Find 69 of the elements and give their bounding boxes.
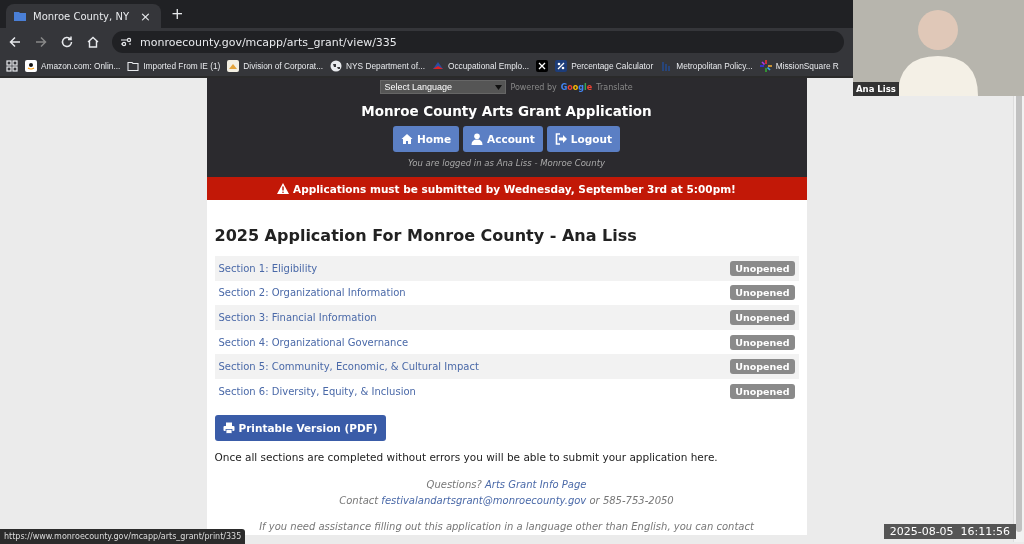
x-logo-icon [536,60,549,72]
nav-button[interactable]: Account [463,126,543,152]
email-link[interactable]: festivalandartsgrant@monroecounty.gov [381,494,587,506]
section-link[interactable]: Section 5: Community, Economic, & Cultural Impact [218,361,479,373]
participant-name-tag: Ana Liss [853,82,899,96]
translate-text: Translate [596,82,633,92]
logout-icon [554,133,567,145]
bookmark-label[interactable]: Amazon.com: Onlin... [41,61,121,71]
assistance-text: If you need assistance filling out this application in a language other than English, you can contact [258,519,755,534]
close-tab-button[interactable]: × [138,8,153,24]
back-icon[interactable] [8,35,22,49]
section-link[interactable]: Section 2: Organizational Information [218,287,406,299]
new-tab-button[interactable]: + [169,5,186,23]
application-heading: 2025 Application For Monroe County - Ana Liss [214,226,638,245]
status-badge: Unopened [730,334,795,350]
bookmark-label[interactable]: Imported From IE (1) [143,61,221,71]
bookmark-label[interactable]: Division of Corporat... [243,61,324,71]
info-page-link[interactable]: Arts Grant Info Page [485,478,587,490]
status-badge: Unopened [730,310,795,325]
printer-icon [222,421,235,434]
link-url-tooltip: https://www.monroecounty.gov/mcapp/arts_grant/print/335 [0,529,246,544]
site-title: Monroe County Arts Grant Application [361,103,652,119]
deadline-alert-text: Applications must be submitted by Wednesday, September 3rd at 5:00pm! [293,182,736,195]
language-dropdown[interactable]: Select Language [380,80,507,94]
globe-icon [330,60,343,72]
user-icon [471,133,484,145]
folder-icon [127,60,140,72]
nav-button[interactable]: Logout [546,126,620,152]
apps-grid-icon[interactable] [6,60,18,72]
login-status-text: You are logged in as Ana Liss - Monroe County [408,158,605,168]
site-settings-icon [120,36,132,48]
printable-version-button[interactable]: Printable Version (PDF) [214,414,386,441]
bookmark-label[interactable]: MissionSquare R [775,61,839,71]
bookmark-label[interactable]: Metropolitan Policy... [676,61,753,71]
burst-icon [759,60,772,72]
status-badge: Unopened [730,285,795,301]
section-link[interactable]: Section 4: Organizational Governance [218,336,409,348]
bookmark-label[interactable]: NYS Department of... [346,61,425,71]
status-badge: Unopened [730,383,795,399]
home-icon[interactable] [86,35,100,49]
percent-icon [555,60,568,72]
submit-info-text: Once all sections are completed without errors you will be able to submit your application here. [214,450,719,463]
nav-button[interactable]: Home [393,126,460,152]
section-link[interactable]: Section 1: Eligibility [218,262,318,274]
site-icon [227,60,240,72]
status-badge: Unopened [730,260,795,276]
reload-icon[interactable] [60,35,74,49]
powered-by-text: Powered by [510,82,557,92]
contact-text: Contact festivalandartsgrant@monroecounty.gov or 585-753-2050 [338,493,675,508]
bookmark-label[interactable]: Percentage Calculator [571,61,654,71]
forward-icon[interactable] [34,35,48,49]
status-badge: Unopened [730,359,795,375]
caret-icon [495,84,503,90]
tab-title: Monroe County, NY [33,10,130,22]
bars-icon [660,60,673,72]
questions-text: Questions? Arts Grant Info Page [425,477,588,492]
address-bar[interactable]: monroecounty.gov/mcapp/arts_grant/view/335 [112,31,844,53]
timestamp-overlay: 2025-08-05 16:11:56 [883,524,1016,539]
home-icon [401,133,413,145]
browser-tab[interactable]: Monroe County, NY × [6,4,161,28]
url-text: monroecounty.gov/mcapp/arts_grant/view/335 [140,35,397,49]
section-link[interactable]: Section 6: Diversity, Equity, & Inclusion [218,385,416,397]
warning-icon [277,183,290,194]
section-link[interactable]: Section 3: Financial Information [218,312,377,323]
letter-tile-icon [25,60,37,72]
folder-icon [14,11,26,21]
bookmark-label[interactable]: Occupational Emplo... [447,61,530,71]
flag-icon [431,60,444,72]
google-wordmark: Google [560,82,593,92]
